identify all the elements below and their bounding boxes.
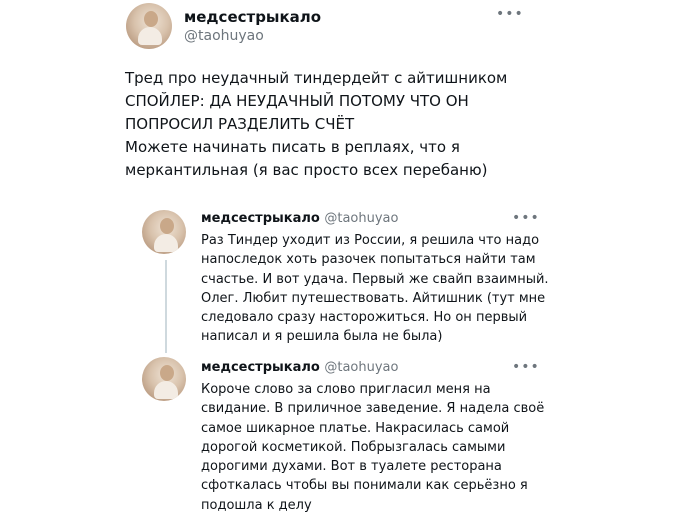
reply-text: Короче слово за слово пригласил меня на … [201, 380, 551, 515]
avatar-figure-head [144, 11, 158, 27]
avatar-figure-body [154, 381, 178, 399]
reply-text-line: самое шикарное платье. Накрасилась самой [201, 420, 510, 436]
reply-text-line: дорогой косметикой. Побрызгалась самыми [201, 439, 506, 455]
author-name[interactable]: медсестрыкало [184, 8, 321, 26]
reply-author-handle[interactable]: @taohuyao [324, 360, 398, 375]
reply-avatar[interactable] [142, 357, 186, 401]
author-avatar[interactable] [126, 3, 172, 49]
reply-text-line: Раз Тиндер уходит из России, я решила чт… [201, 233, 540, 248]
reply-text-line: следовало сразу насторожиться. Но он пер… [201, 310, 528, 326]
tweet-text-line: ПОПРОСИЛ РАЗДЕЛИТЬ СЧЁТ [125, 115, 355, 133]
more-options-icon[interactable]: ••• [512, 360, 540, 374]
tweet-text-line: меркантильная (я вас просто всех перебан… [125, 161, 488, 179]
reply-avatar[interactable] [142, 210, 186, 254]
more-options-icon[interactable]: ••• [496, 7, 524, 21]
reply-text-line: счастье. И вот удача. Первый же свайп вз… [201, 271, 549, 287]
avatar-figure-head [160, 218, 174, 234]
author-handle[interactable]: @taohuyao [184, 28, 264, 44]
reply-text-line: свидание. В приличное заведение. Я надел… [201, 401, 545, 417]
reply-text-line: дорогими духами. Вот в туалете ресторана [201, 459, 502, 475]
reply-text-line: подошла к делу [201, 497, 312, 513]
reply-text-line: сфоткалась чтобы вы понимали как серьёзн… [201, 478, 528, 494]
tweet-text: Тред про неудачный тиндердейт с айтишник… [125, 67, 508, 182]
reply-author[interactable]: медсестрыкало @taohuyao [201, 360, 398, 375]
reply-author-handle[interactable]: @taohuyao [324, 211, 398, 226]
tweet-text-line: СПОЙЛЕР: ДА НЕУДАЧНЫЙ ПОТОМУ ЧТО ОН [125, 92, 469, 110]
reply-author-name[interactable]: медсестрыкало [201, 211, 320, 226]
tweet-text-line: Можете начинать писать в реплаях, что я [125, 138, 460, 156]
reply-text-line: Короче слово за слово пригласил меня на [201, 382, 491, 397]
reply-author-name[interactable]: медсестрыкало [201, 360, 320, 375]
avatar-figure-head [160, 365, 174, 381]
more-options-icon[interactable]: ••• [512, 211, 540, 225]
avatar-figure-body [154, 234, 178, 252]
avatar-figure-body [138, 27, 162, 45]
reply-text-line: напоследок хоть разочек попытаться найти… [201, 252, 536, 268]
reply-author[interactable]: медсестрыкало @taohuyao [201, 211, 398, 226]
reply-text: Раз Тиндер уходит из России, я решила чт… [201, 231, 551, 347]
reply-text-line: написал и я решила была не была) [201, 329, 443, 345]
tweet-text-line: Тред про неудачный тиндердейт с айтишник… [125, 69, 508, 87]
reply-text-line: Олег. Любит путешествовать. Айтишник (ту… [201, 290, 546, 306]
thread-connector-line [165, 260, 167, 353]
